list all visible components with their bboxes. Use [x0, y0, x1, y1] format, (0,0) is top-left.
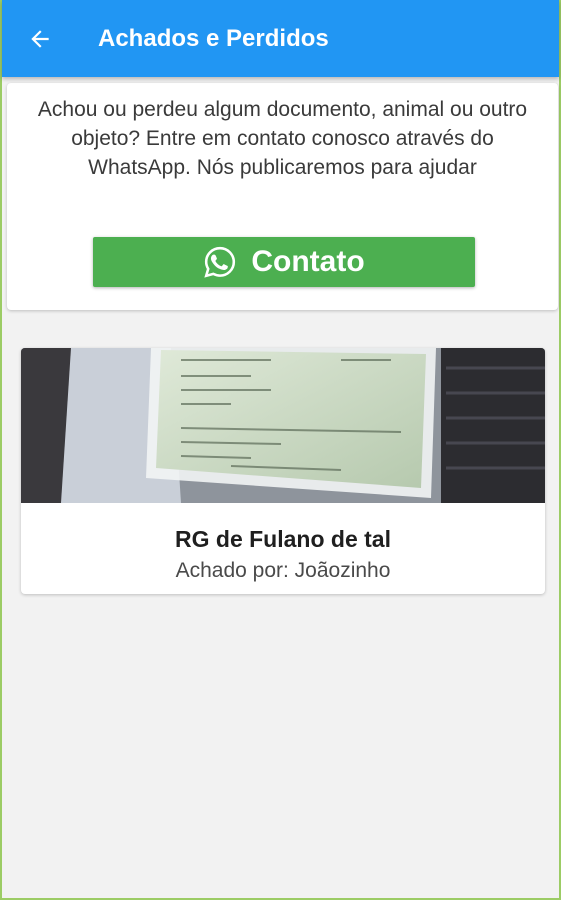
item-photo — [21, 348, 545, 503]
contact-button-label: Contato — [251, 245, 365, 278]
page-title: Achados e Perdidos — [98, 24, 329, 52]
whatsapp-icon — [203, 245, 237, 279]
app-bar: Achados e Perdidos — [2, 0, 559, 77]
back-button[interactable] — [20, 19, 60, 59]
info-text: Achou ou perdeu algum documento, animal … — [37, 98, 528, 179]
item-title: RG de Fulano de tal — [175, 526, 391, 552]
contact-button[interactable]: Contato — [93, 237, 475, 287]
arrow-left-icon — [31, 29, 49, 48]
info-card: Achou ou perdeu algum documento, animal … — [7, 83, 558, 310]
screen: Achados e Perdidos Achou ou perdeu algum… — [0, 0, 561, 900]
item-found-by: Achado por: Joãozinho — [175, 559, 391, 582]
lost-item-card[interactable]: RG de Fulano de tal Achado por: Joãozinh… — [21, 348, 545, 594]
